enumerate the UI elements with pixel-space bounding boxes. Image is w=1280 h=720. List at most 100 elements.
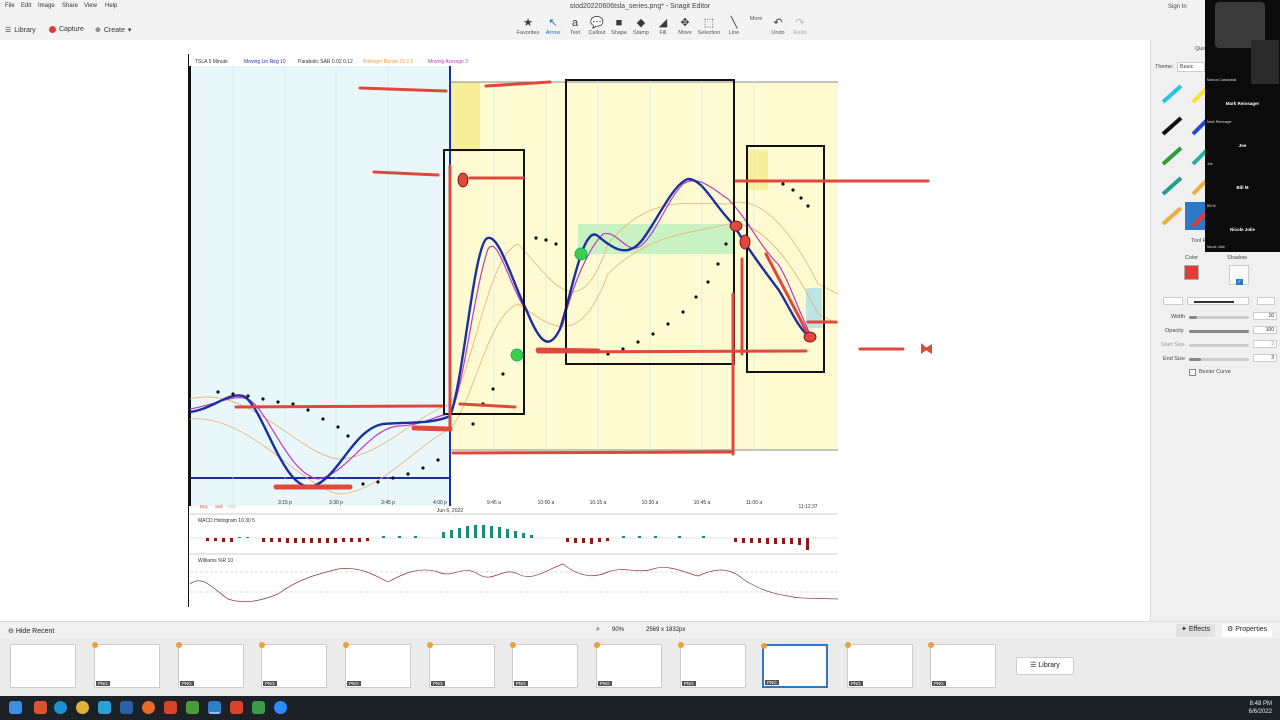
x-tick: 3:15 p — [278, 500, 292, 506]
selection-icon: ⬚ — [703, 17, 715, 29]
end-time-label: 11:12:37 — [798, 504, 817, 510]
recent-thumbnail[interactable]: PNG — [845, 642, 913, 688]
edge-icon[interactable] — [54, 701, 67, 714]
recent-thumbnail[interactable]: PNG — [510, 642, 578, 688]
effects-tab[interactable]: ✦ Effects — [1176, 624, 1216, 637]
unsaved-dot-icon — [259, 642, 265, 648]
star-icon: ★ — [523, 17, 533, 29]
sign-in-link[interactable]: Sign In — [1168, 4, 1187, 10]
recent-thumbnail[interactable]: PNG — [928, 642, 996, 688]
theme-select[interactable]: Basic — [1177, 62, 1205, 72]
chart-image[interactable]: TSLA 5 Minute Moving Lin Reg 10 Paraboli… — [187, 54, 962, 607]
app-icon[interactable] — [98, 701, 111, 714]
start-size-field[interactable]: 3 — [1253, 340, 1277, 348]
tool-label: Favorites — [516, 30, 540, 36]
zoom-icon[interactable]: ⌕ — [596, 626, 600, 634]
recent-thumbnail[interactable]: PNG — [176, 642, 244, 688]
unsaved-dot-icon — [928, 642, 934, 648]
chart-legend-symbol: TSLA 5 Minute — [195, 59, 228, 65]
properties-tab[interactable]: ⚙ Properties — [1222, 624, 1273, 637]
window-title: stod20220606tsla_series.png* - Snagit Ed… — [569, 3, 711, 10]
buy-marker-2 — [510, 348, 524, 362]
tool-selection[interactable]: ⬚ Selection — [695, 16, 723, 36]
tool-favorites[interactable]: ★ Favorites — [514, 16, 542, 36]
taskbar-clock: 8:48 PM 6/6/2022 — [1236, 700, 1272, 716]
recent-thumbnail[interactable] — [10, 644, 76, 688]
recent-thumbnail[interactable]: PNG — [92, 642, 160, 688]
hide-recent-button[interactable]: ⊖ Hide Recent — [8, 627, 54, 635]
chrome-icon[interactable] — [76, 701, 89, 714]
file-type-badge: PNG — [96, 681, 110, 686]
macd-histogram — [206, 525, 809, 550]
arrow-style-start[interactable] — [1163, 297, 1183, 305]
williams-label: Williams %R 10 — [198, 558, 233, 564]
file-type-badge: PNG — [431, 681, 445, 686]
properties-label: Properties — [1235, 626, 1268, 633]
capture-label: Capture — [59, 26, 84, 33]
arrow-style-end[interactable] — [1257, 297, 1275, 305]
record-icon — [49, 26, 56, 33]
x-tick: 9:45 a — [487, 500, 501, 506]
tool-label: Shape — [611, 30, 627, 36]
end-size-slider[interactable] — [1189, 358, 1249, 361]
width-field[interactable]: 10 — [1253, 312, 1277, 320]
quick-style-swatches[interactable] — [1155, 82, 1209, 232]
tool-label: Undo — [771, 30, 785, 36]
recent-thumbnail[interactable]: PNG — [427, 642, 495, 688]
unsaved-dot-icon — [761, 643, 767, 649]
brave-icon[interactable] — [34, 701, 47, 714]
color-swatch[interactable] — [1184, 265, 1199, 280]
tool-redo[interactable]: ↷ Redo — [786, 16, 814, 36]
image-dimensions[interactable]: 2569 x 1832px — [646, 627, 685, 633]
tool-label: Redo — [793, 30, 807, 36]
tool-label: Selection — [697, 30, 721, 36]
opacity-label: Opacity — [1165, 328, 1184, 334]
start-size-label: Start Size — [1161, 342, 1185, 348]
windows-start-icon[interactable] — [9, 701, 22, 714]
webcam-video-2 — [1251, 40, 1279, 84]
excel-icon[interactable] — [252, 701, 265, 714]
chart-legend-linreg: Moving Lin Reg 10 — [244, 59, 286, 65]
sell-marker-3 — [739, 234, 751, 250]
chart-legend-sar: Parabolic SAR 0.02 0.12 — [298, 59, 353, 65]
zoom-select[interactable]: 90% — [612, 627, 624, 633]
bezier-checkbox[interactable] — [1189, 369, 1196, 376]
recent-thumbnail[interactable]: PNG — [594, 642, 662, 688]
library-button[interactable]: ☰ Library — [5, 26, 36, 35]
zoom-app-icon[interactable] — [274, 701, 287, 714]
x-tick: 10:15 a — [590, 500, 607, 506]
word-icon[interactable] — [120, 701, 133, 714]
recent-thumbnail[interactable]: PNG — [259, 642, 327, 688]
tray-library-button[interactable]: ☰ Library — [1016, 657, 1074, 675]
app-icon-3[interactable] — [230, 701, 243, 714]
office-icon[interactable] — [164, 701, 177, 714]
plus-icon: ⊕ — [95, 27, 101, 34]
opt-legend: Opt — [228, 504, 236, 509]
file-type-badge: PNG — [347, 681, 361, 686]
start-size-slider[interactable] — [1189, 344, 1249, 347]
shadow-picker[interactable]: ✓ — [1229, 265, 1249, 285]
capture-button[interactable]: Capture — [49, 26, 84, 33]
create-button[interactable]: ⊕ Create ▾ — [95, 26, 131, 35]
file-type-badge: PNG — [932, 681, 946, 686]
unsaved-dot-icon — [176, 642, 182, 648]
unsaved-dot-icon — [594, 642, 600, 648]
file-type-badge: PNG — [263, 681, 277, 686]
recent-thumbnail[interactable]: PNG — [761, 643, 828, 688]
windows-taskbar: 8:48 PM 6/6/2022 — [0, 696, 1280, 720]
snagit-icon[interactable] — [208, 701, 221, 714]
tool-label: More — [749, 16, 763, 22]
opacity-field[interactable]: 100 — [1253, 326, 1277, 334]
recent-thumbnail[interactable]: PNG — [678, 642, 746, 688]
line-style-select[interactable] — [1187, 297, 1249, 305]
end-size-field[interactable]: 3 — [1253, 354, 1277, 362]
app-icon-2[interactable] — [186, 701, 199, 714]
tool-label: Text — [569, 30, 581, 36]
shadow-label: Shadow — [1227, 255, 1247, 261]
recent-thumbnail[interactable]: PNG — [343, 642, 411, 688]
opacity-slider[interactable] — [1189, 330, 1249, 333]
clock-time: 8:48 PM — [1249, 701, 1272, 707]
firefox-icon[interactable] — [142, 701, 155, 714]
width-slider[interactable] — [1189, 316, 1249, 319]
premarket-shade — [190, 66, 450, 506]
